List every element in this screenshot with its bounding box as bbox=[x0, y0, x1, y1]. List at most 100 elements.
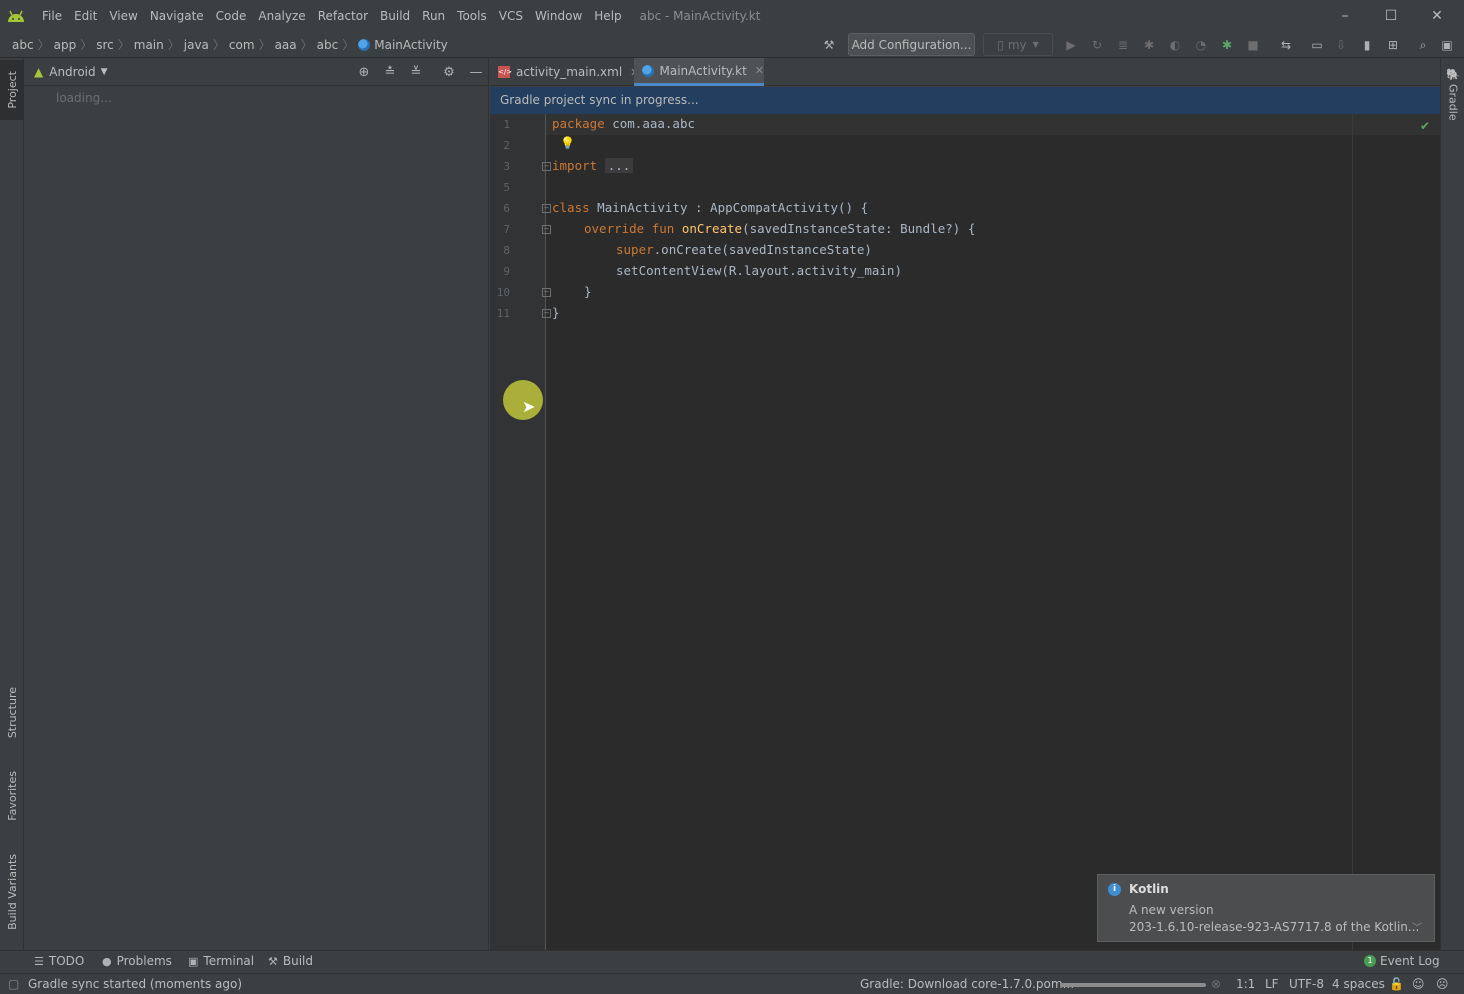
todo-button[interactable]: ☰ TODO bbox=[34, 954, 84, 968]
fold-marker-icon[interactable]: − bbox=[542, 204, 551, 213]
menu-help[interactable]: Help bbox=[588, 0, 627, 32]
attach-debugger-icon[interactable]: ✱ bbox=[1218, 36, 1236, 54]
caret-position[interactable]: 1:1 bbox=[1236, 977, 1255, 991]
breadcrumb-main[interactable]: main bbox=[134, 38, 164, 52]
sdk-manager-icon[interactable]: ⇩ bbox=[1332, 36, 1350, 54]
tab-structure[interactable]: Structure bbox=[0, 678, 24, 748]
collapse-all-icon[interactable]: ≚ bbox=[407, 63, 425, 81]
folded-imports[interactable]: ... bbox=[604, 158, 634, 173]
menu-tools[interactable]: Tools bbox=[451, 0, 493, 32]
hide-panel-icon[interactable]: — bbox=[467, 63, 485, 81]
profile-icon[interactable]: ◔ bbox=[1192, 36, 1210, 54]
locate-icon[interactable]: ⊕ bbox=[355, 63, 373, 81]
account-icon[interactable]: ▣ bbox=[1438, 36, 1456, 54]
avd-manager-icon[interactable]: ▭ bbox=[1308, 36, 1326, 54]
menu-build[interactable]: Build bbox=[374, 0, 416, 32]
add-configuration-button[interactable]: Add Configuration... bbox=[848, 33, 975, 56]
unlock-icon[interactable]: 🔓 bbox=[1389, 977, 1404, 991]
event-log-button[interactable]: 1 Event Log bbox=[1364, 954, 1440, 968]
left-tool-stripe: Project Structure Favorites Build Varian… bbox=[0, 58, 24, 950]
menu-edit[interactable]: Edit bbox=[68, 0, 103, 32]
file-encoding[interactable]: UTF-8 bbox=[1289, 977, 1324, 991]
notification-text: 203-1.6.10-release-923-AS7717.8 of the K… bbox=[1129, 920, 1420, 934]
code-text: MainActivity : AppCompatActivity() { bbox=[589, 200, 869, 215]
close-icon[interactable]: ✕ bbox=[755, 64, 764, 77]
cancel-download-icon[interactable]: ⊗ bbox=[1211, 977, 1221, 991]
terminal-icon: ▣ bbox=[188, 954, 199, 968]
line-number: 7 bbox=[503, 223, 510, 236]
line-number: 6 bbox=[503, 202, 510, 215]
expand-all-icon[interactable]: ≛ bbox=[381, 63, 399, 81]
apply-code-changes-icon[interactable]: ≣ bbox=[1114, 36, 1132, 54]
line-separator[interactable]: LF bbox=[1265, 977, 1279, 991]
terminal-button[interactable]: ▣ Terminal bbox=[188, 954, 254, 968]
project-structure-icon[interactable]: ⊞ bbox=[1384, 36, 1402, 54]
code-editor[interactable]: 1 2 3 5 6 7 8 9 10 11 − − − − − 💡 packag… bbox=[490, 114, 1440, 950]
tab-build-variants[interactable]: Build Variants bbox=[0, 846, 24, 938]
apply-changes-icon[interactable]: ↻ bbox=[1088, 36, 1106, 54]
code-text: (savedInstanceState: Bundle?) { bbox=[742, 221, 976, 236]
coverage-icon[interactable]: ◐ bbox=[1166, 36, 1184, 54]
notification-text: A new version bbox=[1129, 903, 1214, 917]
frown-icon[interactable]: ☹ bbox=[1436, 977, 1449, 991]
breadcrumb-abc-package[interactable]: abc bbox=[317, 38, 339, 52]
maximize-button[interactable]: ☐ bbox=[1368, 0, 1414, 32]
search-icon[interactable]: ⌕ bbox=[1414, 36, 1432, 54]
fold-marker-icon[interactable]: − bbox=[542, 288, 551, 297]
device-selector[interactable]: ▯ my ▼ bbox=[983, 33, 1053, 56]
toggle-tool-windows-icon[interactable]: ▢ bbox=[8, 977, 19, 991]
breadcrumb-aaa[interactable]: aaa bbox=[275, 38, 297, 52]
minimize-button[interactable]: – bbox=[1322, 0, 1368, 32]
debug-icon[interactable]: ✱ bbox=[1140, 36, 1158, 54]
expand-chevron-icon[interactable]: ﹀ bbox=[1412, 919, 1422, 934]
tab-activity-main-xml[interactable]: </> activity_main.xml ✕ bbox=[498, 58, 639, 86]
caret-down-icon[interactable]: ▼ bbox=[101, 67, 108, 77]
tab-label: activity_main.xml bbox=[516, 65, 623, 79]
build-button[interactable]: ⚒ Build bbox=[268, 954, 313, 968]
fold-marker-icon[interactable]: − bbox=[542, 309, 551, 318]
menu-window[interactable]: Window bbox=[529, 0, 588, 32]
status-message: Gradle sync started (moments ago) bbox=[28, 977, 243, 991]
tab-label: MainActivity.kt bbox=[659, 63, 747, 78]
problems-button[interactable]: ● Problems bbox=[102, 954, 172, 968]
menu-file[interactable]: File bbox=[36, 0, 68, 32]
run-icon[interactable]: ▶ bbox=[1062, 36, 1080, 54]
tab-structure-label: Structure bbox=[5, 687, 19, 739]
project-view-selector[interactable]: Android bbox=[49, 65, 95, 79]
sync-project-icon[interactable]: ⇆ bbox=[1277, 36, 1295, 54]
breadcrumb-app[interactable]: app bbox=[54, 38, 77, 52]
breadcrumb-com[interactable]: com bbox=[229, 38, 255, 52]
stop-icon[interactable]: ■ bbox=[1244, 36, 1262, 54]
menu-navigate[interactable]: Navigate bbox=[144, 0, 210, 32]
device-manager-icon[interactable]: ▮ bbox=[1358, 36, 1376, 54]
right-tool-stripe: 🐘 Gradle bbox=[1440, 58, 1464, 950]
menu-refactor[interactable]: Refactor bbox=[312, 0, 374, 32]
tool-window-bar: ☰ TODO ● Problems ▣ Terminal ⚒ Build 1 Event … bbox=[0, 950, 1464, 973]
menu-code[interactable]: Code bbox=[210, 0, 253, 32]
close-window-button[interactable]: ✕ bbox=[1414, 0, 1460, 32]
tab-project[interactable]: Project bbox=[0, 60, 24, 120]
loading-text: loading... bbox=[56, 91, 112, 105]
indent-setting[interactable]: 4 spaces bbox=[1332, 977, 1385, 991]
menu-analyze[interactable]: Analyze bbox=[252, 0, 311, 32]
tab-gradle[interactable]: 🐘 Gradle bbox=[1441, 68, 1464, 121]
breadcrumb-mainactivity[interactable]: MainActivity bbox=[374, 38, 448, 52]
gear-icon[interactable]: ⚙ bbox=[440, 63, 458, 81]
code-line-1: package com.aaa.abc bbox=[552, 116, 695, 131]
fold-marker-icon[interactable]: − bbox=[542, 162, 551, 171]
smiley-icon[interactable]: ☺ bbox=[1412, 977, 1425, 991]
tab-mainactivity-kt[interactable]: MainActivity.kt ✕ bbox=[634, 58, 764, 86]
hammer-build-icon[interactable]: ⚒ bbox=[820, 36, 838, 54]
kotlin-notification[interactable]: i Kotlin A new version 203-1.6.10-releas… bbox=[1097, 874, 1435, 942]
menu-run[interactable]: Run bbox=[416, 0, 451, 32]
breadcrumb-src[interactable]: src bbox=[96, 38, 114, 52]
tab-favorites[interactable]: Favorites bbox=[0, 760, 24, 832]
code-line-8: super.onCreate(savedInstanceState) bbox=[616, 242, 872, 257]
lightbulb-icon[interactable]: 💡 bbox=[560, 136, 575, 150]
menu-vcs[interactable]: VCS bbox=[493, 0, 529, 32]
chevron-right-icon: 〉 bbox=[117, 38, 130, 52]
menu-view[interactable]: View bbox=[103, 0, 143, 32]
breadcrumb-java[interactable]: java bbox=[184, 38, 209, 52]
breadcrumb-abc[interactable]: abc bbox=[12, 38, 34, 52]
fold-marker-icon[interactable]: − bbox=[542, 225, 551, 234]
